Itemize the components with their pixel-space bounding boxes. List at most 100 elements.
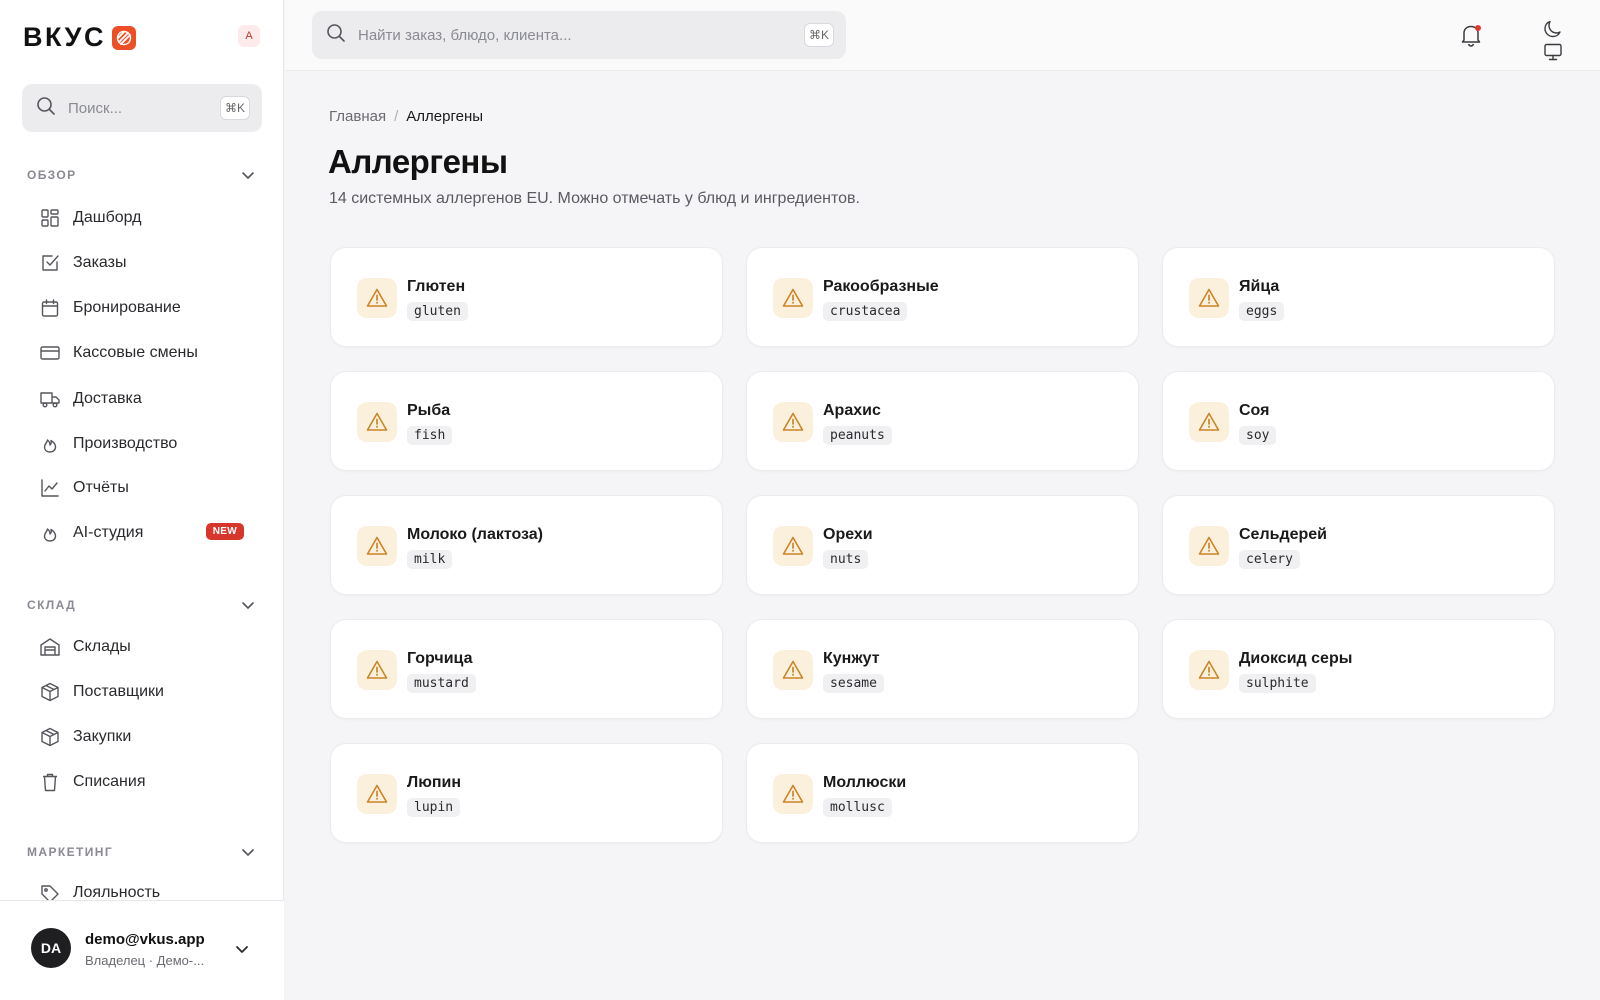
chevron-down-icon[interactable] (241, 168, 255, 182)
sidebar-item-label: Заказы (73, 254, 127, 271)
allergen-card-milk[interactable]: Молоко (лактоза) milk (330, 495, 723, 595)
allergen-card-eggs[interactable]: Яйца eggs (1162, 247, 1555, 347)
chevron-down-icon[interactable] (241, 845, 255, 859)
allergen-card-peanuts[interactable]: Арахис peanuts (746, 371, 1139, 471)
warning-icon (1189, 402, 1229, 442)
trash-icon (40, 772, 60, 792)
monitor-icon (1544, 43, 1562, 61)
sidebar-item-label: Склады (73, 638, 131, 655)
allergen-name: Кунжут (823, 650, 880, 667)
sidebar-item-label: Доставка (73, 390, 142, 407)
sidebar-item-label: Закупки (73, 728, 132, 745)
allergen-name: Ракообразные (823, 278, 939, 295)
sidebar-item-dashboard[interactable]: Дашборд (40, 204, 245, 232)
warning-icon (357, 402, 397, 442)
allergen-card-sesame[interactable]: Кунжут sesame (746, 619, 1139, 719)
flame-icon (40, 434, 60, 454)
warning-icon (773, 402, 813, 442)
allergen-code: eggs (1239, 302, 1285, 321)
dark-theme-toggle[interactable] (1543, 19, 1563, 44)
allergen-name: Глютен (407, 278, 466, 295)
warning-icon (1189, 278, 1229, 318)
allergen-code: gluten (407, 302, 468, 321)
sidebar-search-placeholder: Поиск... (68, 99, 123, 117)
allergen-card-fish[interactable]: Рыба fish (330, 371, 723, 471)
sidebar-item-label: Кассовые смены (73, 344, 198, 361)
allergen-code: soy (1239, 426, 1277, 445)
warning-icon (1189, 650, 1229, 690)
allergen-name: Соя (1239, 402, 1270, 419)
package-icon (40, 682, 60, 702)
tag-icon (40, 884, 60, 900)
chevron-down-icon[interactable] (241, 598, 255, 612)
warning-icon (357, 650, 397, 690)
workspace-badge[interactable]: A (238, 25, 260, 47)
sidebar-item-orders[interactable]: Заказы (40, 249, 245, 277)
allergen-name: Арахис (823, 402, 881, 419)
sidebar-item-reservations[interactable]: Бронирование (40, 294, 245, 322)
chart-line-icon (40, 478, 60, 498)
sidebar-item-suppliers[interactable]: Поставщики (40, 678, 245, 706)
allergen-card-mustard[interactable]: Горчица mustard (330, 619, 723, 719)
allergen-name: Люпин (407, 774, 462, 791)
allergen-code: celery (1239, 550, 1300, 569)
allergen-code: mollusc (823, 798, 892, 817)
sidebar-item-production[interactable]: Производство (40, 430, 245, 458)
allergen-card-soy[interactable]: Соя soy (1162, 371, 1555, 471)
allergen-card-lupin[interactable]: Люпин lupin (330, 743, 723, 843)
search-icon (326, 23, 346, 48)
sidebar-item-warehouses[interactable]: Склады (40, 633, 245, 661)
brand-logo[interactable]: ВКУС (23, 22, 136, 53)
breadcrumb-current: Аллергены (406, 108, 484, 125)
section-title-overview: ОБЗОР (27, 168, 77, 182)
allergen-card-gluten[interactable]: Глютен gluten (330, 247, 723, 347)
allergen-card-celery[interactable]: Сельдерей celery (1162, 495, 1555, 595)
sidebar-search[interactable]: Поиск... ⌘K (22, 84, 262, 132)
allergen-name: Рыба (407, 402, 451, 419)
system-theme-toggle[interactable] (1543, 42, 1563, 67)
shortcut-hint: ⌘K (804, 23, 834, 47)
warning-icon (773, 774, 813, 814)
sidebar: ВКУС A Поиск... ⌘K ОБЗОР Дашборд Заказы … (0, 0, 284, 1000)
warning-icon (357, 526, 397, 566)
global-search-placeholder: Найти заказ, блюдо, клиента... (358, 26, 572, 44)
notifications-button[interactable] (1460, 23, 1482, 52)
notification-dot (1475, 25, 1481, 31)
warehouse-icon (40, 637, 60, 657)
calendar-icon (40, 298, 60, 318)
allergen-card-sulphite[interactable]: Диоксид серы sulphite (1162, 619, 1555, 719)
warning-icon (1189, 526, 1229, 566)
sidebar-item-write-offs[interactable]: Списания (40, 768, 245, 796)
allergen-card-crustacea[interactable]: Ракообразные crustacea (746, 247, 1139, 347)
allergen-code: peanuts (823, 426, 892, 445)
flame-icon (40, 523, 60, 543)
topbar: Найти заказ, блюдо, клиента... ⌘K (285, 0, 1600, 71)
allergen-card-mollusc[interactable]: Моллюски mollusc (746, 743, 1139, 843)
user-role: Владелец · Демо-... (85, 953, 205, 968)
sidebar-item-delivery[interactable]: Доставка (40, 385, 245, 413)
allergen-card-nuts[interactable]: Орехи nuts (746, 495, 1139, 595)
global-search[interactable]: Найти заказ, блюдо, клиента... ⌘K (312, 11, 846, 59)
allergen-code: nuts (823, 550, 869, 569)
avatar[interactable]: DA (31, 928, 71, 968)
sidebar-item-purchases[interactable]: Закупки (40, 723, 245, 751)
section-title-marketing: МАРКЕТИНГ (27, 845, 114, 859)
warning-icon (773, 650, 813, 690)
sidebar-item-ai-studio[interactable]: AI-студия NEW (40, 519, 245, 547)
sidebar-item-label: Производство (73, 435, 178, 452)
sidebar-item-cash-shifts[interactable]: Кассовые смены (40, 339, 245, 367)
sidebar-item-loyalty[interactable]: Лояльность (40, 880, 245, 900)
breadcrumb-home[interactable]: Главная (329, 108, 386, 125)
brand-name: ВКУС (23, 22, 106, 52)
search-icon (36, 96, 56, 121)
allergen-name: Молоко (лактоза) (407, 526, 543, 543)
sidebar-item-label: Поставщики (73, 683, 164, 700)
sidebar-item-reports[interactable]: Отчёты (40, 474, 245, 502)
chevron-down-icon[interactable] (234, 941, 250, 957)
page-subtitle: 14 системных аллергенов EU. Можно отмеча… (329, 190, 860, 207)
allergen-code: sulphite (1239, 674, 1316, 693)
sidebar-item-label: Лояльность (73, 884, 161, 900)
user-panel[interactable]: DA demo@vkus.app Владелец · Демо-... (0, 900, 284, 1000)
warning-icon (773, 278, 813, 318)
breadcrumb: Главная / Аллергены (329, 108, 483, 125)
